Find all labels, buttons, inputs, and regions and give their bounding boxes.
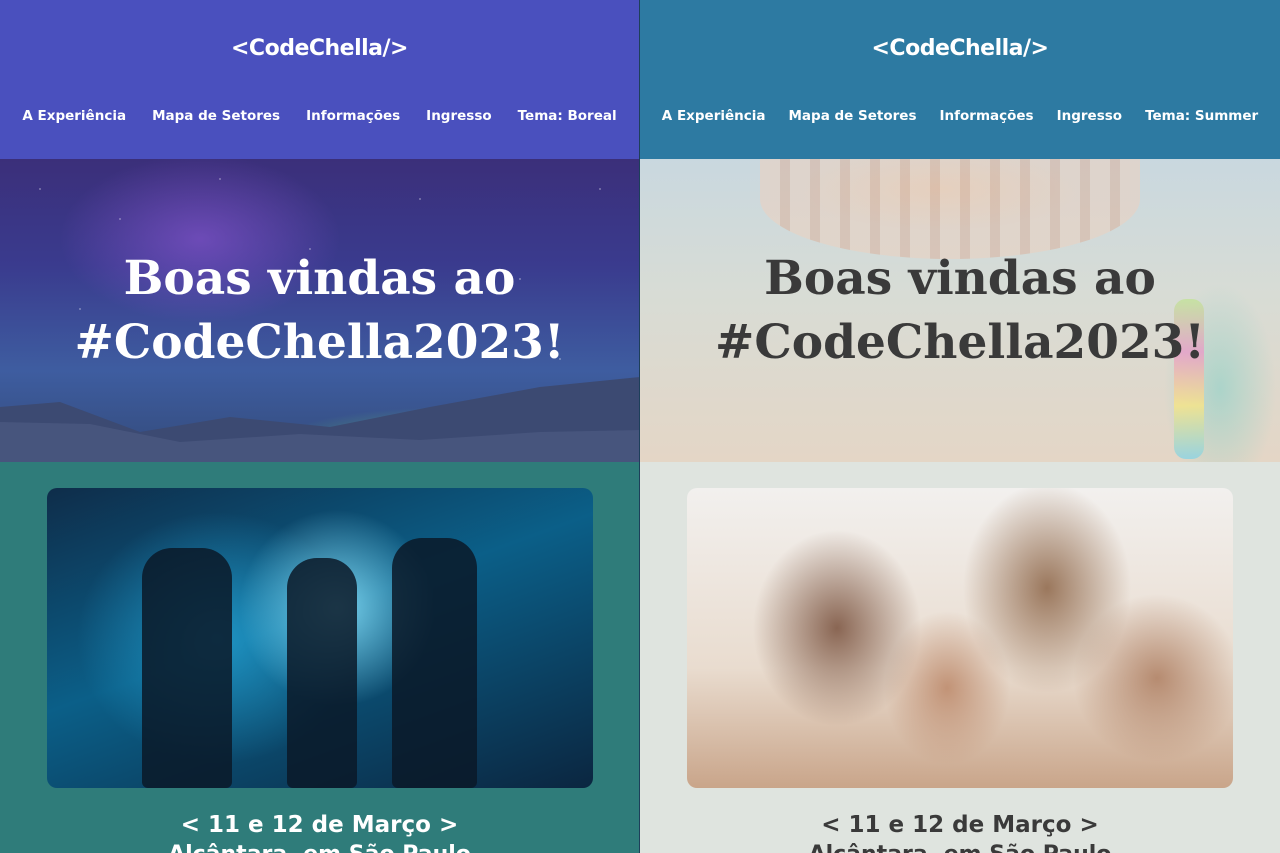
site-logo[interactable]: <CodeChella/> <box>640 36 1280 61</box>
event-location: Alcântara, em São Paulo <box>0 842 639 853</box>
guitarist-figure <box>142 548 232 788</box>
hero-banner: Boas vindas ao #CodeChella2023! <box>640 159 1280 462</box>
site-header: <CodeChella/> A Experiência Mapa de Seto… <box>640 0 1280 159</box>
event-date: < 11 e 12 de Março > <box>821 812 1099 838</box>
nav-item-ingresso[interactable]: Ingresso <box>1057 108 1122 124</box>
site-header: <CodeChella/> A Experiência Mapa de Seto… <box>0 0 639 159</box>
festival-crowd-photo <box>687 488 1233 788</box>
nav-item-tema[interactable]: Tema: Summer <box>1145 108 1258 124</box>
event-date: < 11 e 12 de Março > <box>180 812 459 838</box>
nav-item-mapa-setores[interactable]: Mapa de Setores <box>789 108 917 124</box>
hero-title-line1: Boas vindas ao <box>123 251 516 306</box>
boreal-theme-page: <CodeChella/> A Experiência Mapa de Seto… <box>0 0 640 853</box>
nav-item-informacoes[interactable]: Informações <box>306 108 400 124</box>
nav-item-experiencia[interactable]: A Experiência <box>662 108 766 124</box>
site-logo[interactable]: <CodeChella/> <box>0 36 639 61</box>
nav-item-tema[interactable]: Tema: Boreal <box>518 108 617 124</box>
hero-title: Boas vindas ao #CodeChella2023! <box>0 247 639 375</box>
hero-title-line1: Boas vindas ao <box>764 251 1156 306</box>
hero-title-line2: #CodeChella2023! <box>74 315 565 370</box>
nav-item-informacoes[interactable]: Informações <box>940 108 1034 124</box>
event-location: Alcântara, em São Paulo <box>640 842 1280 853</box>
guitarist-figure <box>392 538 477 788</box>
nav-item-ingresso[interactable]: Ingresso <box>426 108 491 124</box>
concert-band-photo <box>47 488 593 788</box>
hero-title: Boas vindas ao #CodeChella2023! <box>640 247 1280 375</box>
hero-banner: Boas vindas ao #CodeChella2023! <box>0 159 639 462</box>
mountain-silhouette-image <box>0 377 639 462</box>
summer-theme-page: <CodeChella/> A Experiência Mapa de Seto… <box>640 0 1280 853</box>
main-nav: A Experiência Mapa de Setores Informaçõe… <box>0 108 639 124</box>
nav-item-mapa-setores[interactable]: Mapa de Setores <box>152 108 280 124</box>
theme-comparison: <CodeChella/> A Experiência Mapa de Seto… <box>0 0 1280 853</box>
nav-item-experiencia[interactable]: A Experiência <box>22 108 126 124</box>
hero-title-line2: #CodeChella2023! <box>715 315 1205 370</box>
guitarist-figure <box>287 558 357 788</box>
carousel-ride-image <box>760 159 1140 259</box>
main-nav: A Experiência Mapa de Setores Informaçõe… <box>640 108 1280 124</box>
